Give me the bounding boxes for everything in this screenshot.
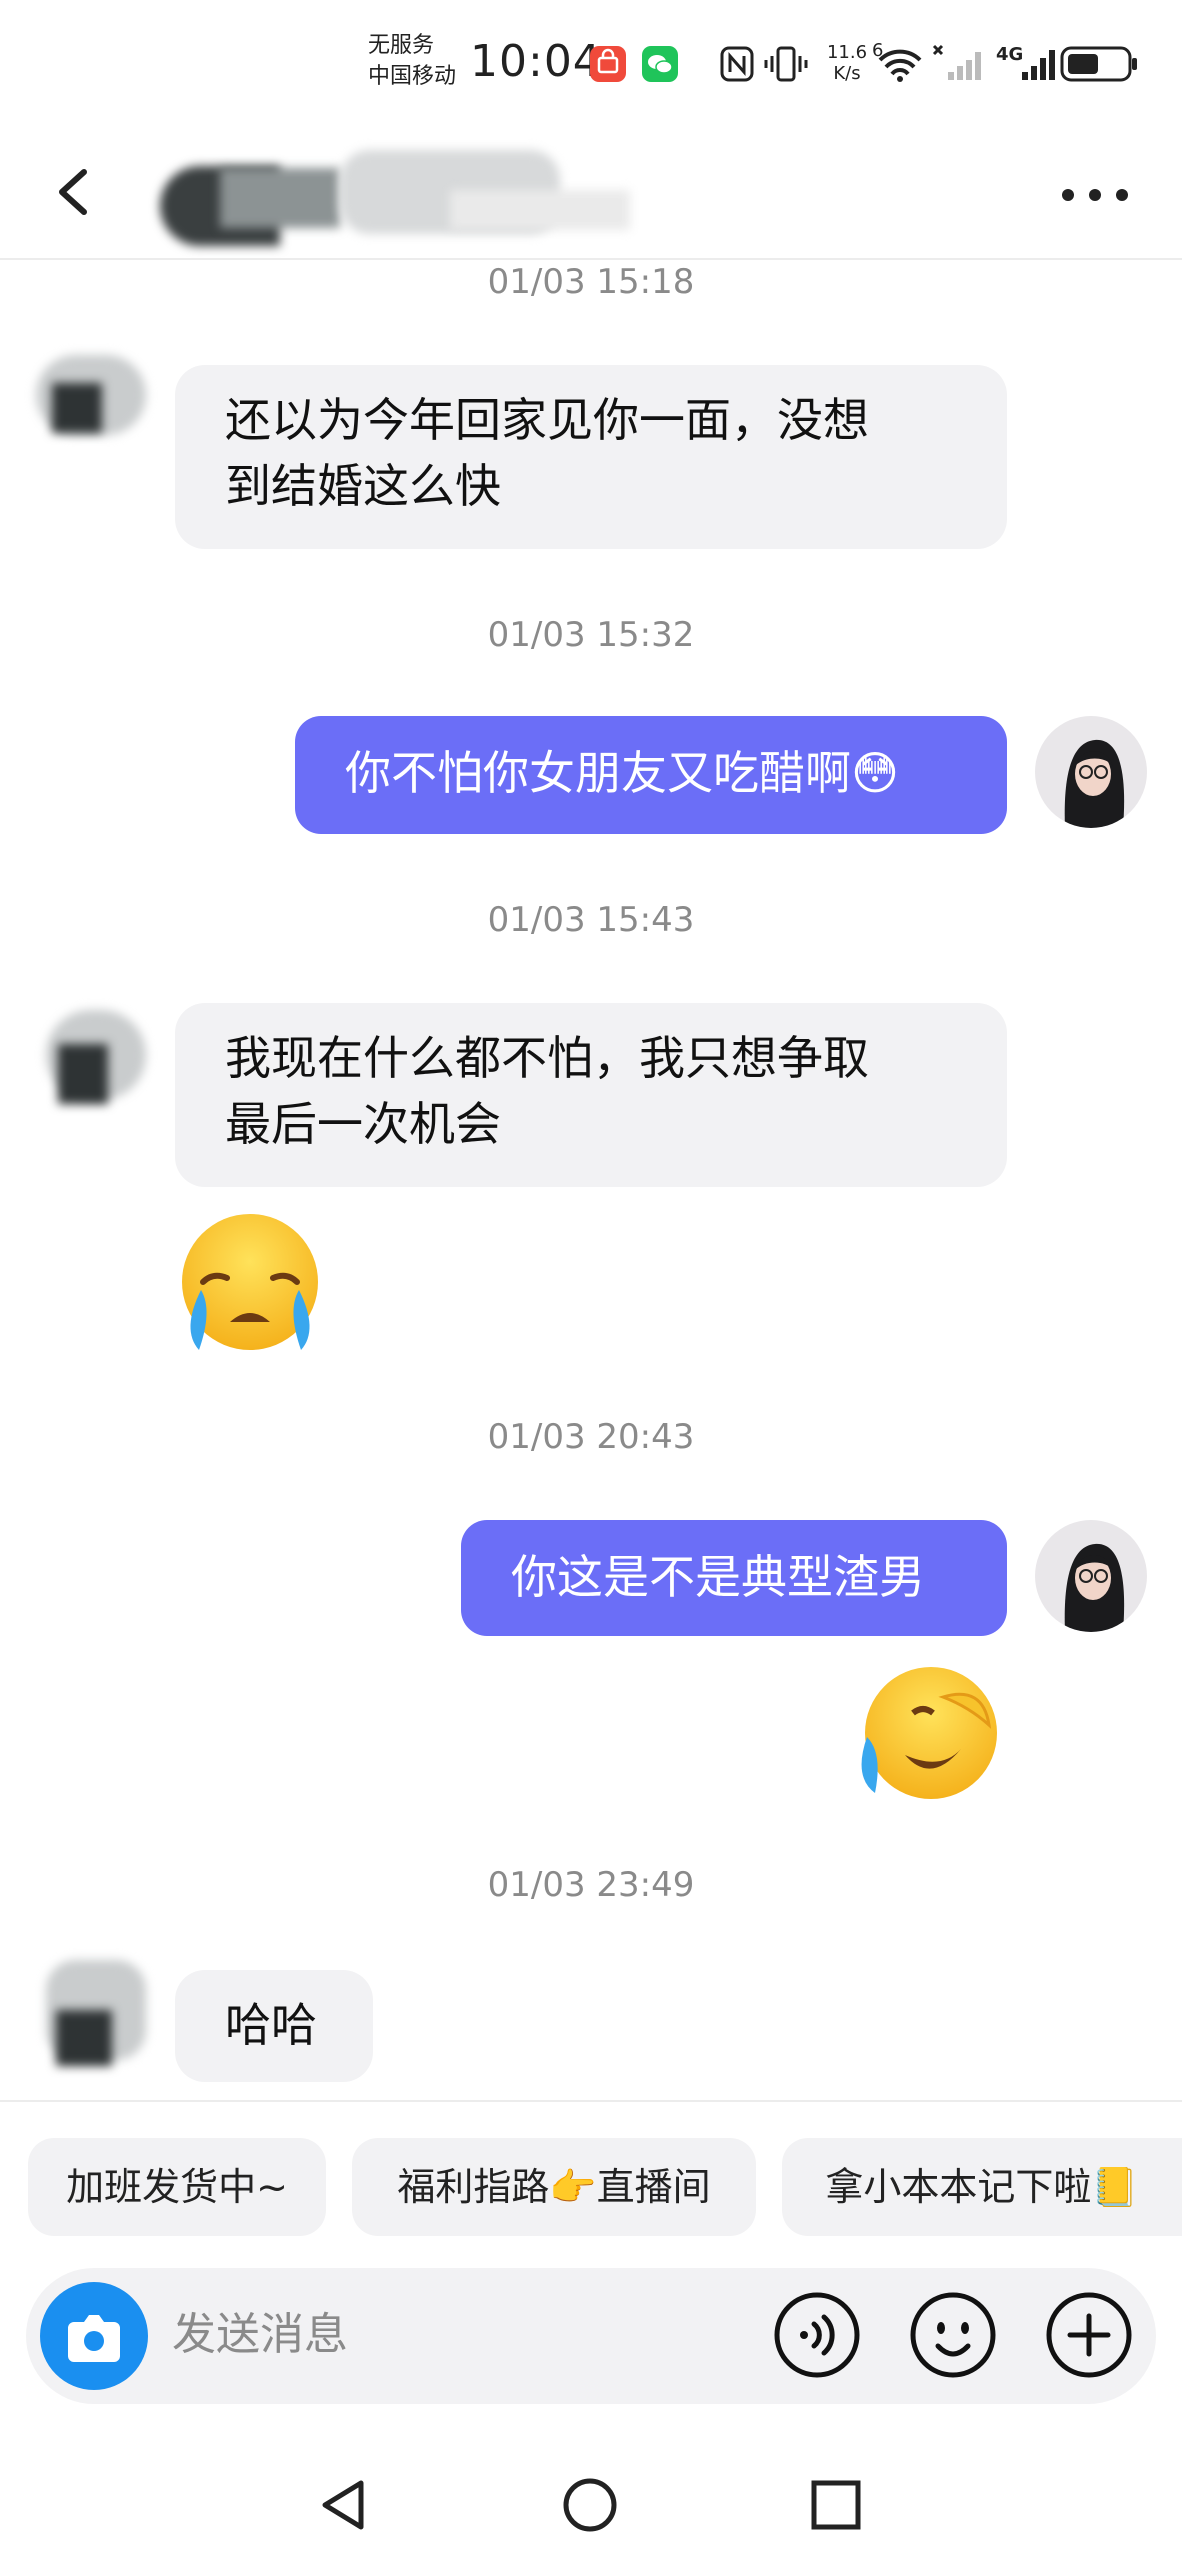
carrier-service: 无服务 bbox=[368, 33, 435, 58]
outgoing-message-bubble[interactable]: 你不怕你女朋友又吃醋啊😳 bbox=[295, 716, 1007, 834]
emoji-icon bbox=[910, 2292, 996, 2378]
redacted-avatar-part bbox=[56, 2010, 112, 2066]
camera-icon bbox=[68, 2315, 120, 2362]
quick-reply-chip[interactable]: 拿小本本记下啦📒 bbox=[782, 2138, 1182, 2236]
quick-reply-bar: 加班发货中~ 福利指路👉直播间 拿小本本记下啦📒 bbox=[0, 2100, 1182, 2252]
my-avatar[interactable] bbox=[1035, 1520, 1147, 1632]
crying-face-emoji[interactable] bbox=[175, 1210, 325, 1360]
redacted-block bbox=[220, 168, 340, 228]
back-button[interactable] bbox=[40, 152, 110, 232]
nav-back-icon bbox=[322, 2480, 364, 2530]
voice-button[interactable] bbox=[772, 2290, 862, 2380]
quick-reply-chip[interactable]: 福利指路👉直播间 bbox=[352, 2138, 756, 2236]
message-text-line: 我现在什么都不怕，我只想争取 bbox=[225, 1031, 869, 1085]
message-timestamp: 01/03 15:32 bbox=[487, 615, 695, 655]
nav-home-icon bbox=[563, 2478, 617, 2532]
nfc-icon bbox=[720, 44, 754, 84]
outgoing-message-bubble[interactable]: 你这是不是典型渣男 bbox=[461, 1520, 1007, 1636]
carrier-info: 无服务 中国移动 bbox=[368, 30, 468, 92]
status-time: 10:04 bbox=[470, 36, 602, 87]
message-timestamp: 01/03 15:43 bbox=[487, 900, 695, 940]
net-speed-value: 11.6 bbox=[826, 42, 868, 63]
laughing-tears-emoji[interactable] bbox=[853, 1655, 1003, 1805]
redacted-avatar-part bbox=[52, 383, 102, 433]
back-icon bbox=[59, 169, 87, 215]
camera-button[interactable] bbox=[40, 2282, 148, 2390]
message-input-bar: 发送消息 bbox=[26, 2268, 1156, 2404]
carrier-name: 中国移动 bbox=[368, 64, 457, 89]
nav-back-button[interactable] bbox=[305, 2465, 385, 2545]
avatar-image bbox=[1035, 1520, 1147, 1632]
message-text-line: 还以为今年回家见你一面，没想 bbox=[225, 393, 869, 447]
message-input[interactable]: 发送消息 bbox=[172, 2298, 348, 2362]
plus-icon bbox=[1046, 2292, 1132, 2378]
message-timestamp: 01/03 15:18 bbox=[487, 262, 695, 302]
message-timestamp: 01/03 20:43 bbox=[487, 1417, 695, 1457]
my-avatar[interactable] bbox=[1035, 716, 1147, 828]
status-bar: 无服务 中国移动 10:04 11.6 K/s 6 4G bbox=[0, 0, 1182, 130]
wechat-app-icon bbox=[642, 46, 678, 82]
message-text-line: 到结婚这么快 bbox=[225, 459, 501, 513]
avatar-image bbox=[1035, 716, 1147, 828]
nav-home-button[interactable] bbox=[550, 2465, 630, 2545]
vibrate-icon bbox=[764, 44, 808, 84]
contact-avatar[interactable] bbox=[36, 1960, 146, 2070]
more-icon bbox=[1062, 189, 1128, 201]
battery-icon bbox=[1060, 44, 1140, 84]
voice-icon bbox=[774, 2292, 860, 2378]
incoming-message-bubble[interactable]: 我现在什么都不怕，我只想争取 最后一次机会 bbox=[175, 1003, 1007, 1187]
signal-icon bbox=[1004, 44, 1056, 84]
nav-recents-icon bbox=[811, 2480, 861, 2530]
redacted-block bbox=[450, 190, 630, 230]
incoming-message-bubble[interactable]: 哈哈 bbox=[175, 1970, 373, 2082]
message-text-line: 最后一次机会 bbox=[225, 1097, 501, 1151]
wifi-icon bbox=[876, 44, 924, 84]
net-speed: 11.6 K/s bbox=[822, 42, 872, 84]
signal-icon bbox=[930, 44, 986, 84]
chat-header bbox=[0, 130, 1182, 260]
contact-avatar[interactable] bbox=[36, 1000, 146, 1110]
quick-reply-chip[interactable]: 加班发货中~ bbox=[28, 2138, 326, 2236]
more-button[interactable] bbox=[1050, 170, 1140, 220]
incoming-message-bubble[interactable]: 还以为今年回家见你一面，没想 到结婚这么快 bbox=[175, 365, 1007, 549]
emoji-button[interactable] bbox=[908, 2290, 998, 2380]
plus-button[interactable] bbox=[1044, 2290, 1134, 2380]
contact-name[interactable] bbox=[160, 150, 640, 246]
message-timestamp: 01/03 23:49 bbox=[487, 1865, 695, 1905]
contact-avatar[interactable] bbox=[36, 335, 146, 445]
net-speed-unit: K/s bbox=[833, 63, 861, 84]
taobao-app-icon bbox=[590, 46, 626, 82]
redacted-avatar-part bbox=[58, 1044, 108, 1104]
nav-recents-button[interactable] bbox=[796, 2465, 876, 2545]
